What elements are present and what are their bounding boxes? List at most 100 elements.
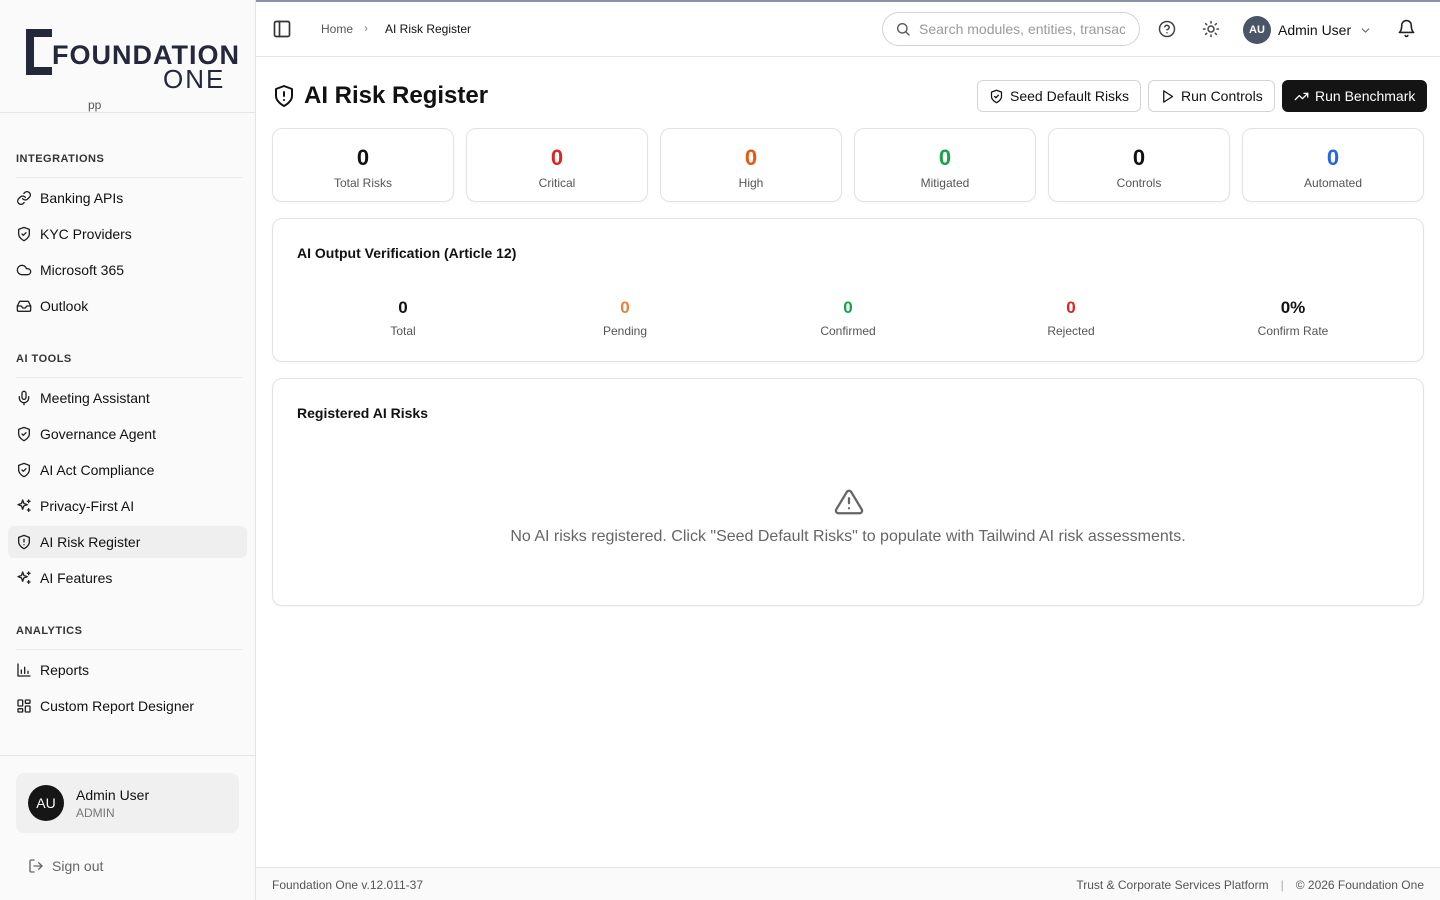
breadcrumb-current: AI Risk Register xyxy=(385,22,472,36)
stat-label: Automated xyxy=(1303,176,1363,190)
link-icon xyxy=(16,190,32,206)
sign-out-label: Sign out xyxy=(52,858,104,874)
stat-value: 0 xyxy=(1066,298,1076,317)
divider xyxy=(16,377,243,378)
stat-card-critical: 0 Critical xyxy=(466,128,648,202)
button-label: Seed Default Risks xyxy=(1010,88,1130,104)
sidebar-item-label: Privacy-First AI xyxy=(40,498,135,514)
avatar: AU xyxy=(1243,16,1271,44)
stat-label: Total Risks xyxy=(333,176,392,190)
stat-label: Mitigated xyxy=(920,176,970,190)
button-label: Run Controls xyxy=(1181,88,1263,104)
shield-alert-icon xyxy=(272,84,304,108)
stat-value: 0 xyxy=(356,145,370,170)
stat-label: Confirmed xyxy=(820,324,876,338)
copyright-text: © 2026 Foundation One xyxy=(1295,878,1424,892)
theme-toggle-button[interactable] xyxy=(1202,20,1220,38)
sidebar-item-microsoft-365[interactable]: Microsoft 365 xyxy=(8,254,247,286)
sidebar-item-governance-agent[interactable]: Governance Agent xyxy=(8,418,247,450)
verification-stat-rejected: 0 Rejected xyxy=(971,298,1171,338)
sidebar-item-outlook[interactable]: Outlook xyxy=(8,290,247,322)
divider xyxy=(16,177,243,178)
brand-logo[interactable]: FOUNDATION ONE xyxy=(0,0,255,113)
sidebar-item-ai-act-compliance[interactable]: AI Act Compliance xyxy=(8,454,247,486)
stat-value: 0 xyxy=(398,298,408,317)
sidebar-item-label: Banking APIs xyxy=(40,190,124,206)
verification-stat-pending: 0 Pending xyxy=(525,298,725,338)
sidebar-toggle-button[interactable] xyxy=(272,19,292,39)
sidebar-item-meeting-assistant[interactable]: Meeting Assistant xyxy=(8,382,247,414)
search-icon xyxy=(895,21,919,37)
seed-default-risks-button[interactable]: Seed Default Risks xyxy=(977,80,1142,112)
nav-section-ai-tools: AI TOOLS xyxy=(16,353,72,365)
layout-icon xyxy=(16,698,32,714)
cloud-icon xyxy=(16,262,32,278)
avatar: AU xyxy=(28,785,64,821)
card-title: Registered AI Risks xyxy=(297,405,428,421)
chevron-down-icon xyxy=(1359,24,1372,37)
user-name: Admin User xyxy=(76,787,150,803)
notifications-button[interactable] xyxy=(1397,19,1415,38)
run-controls-button[interactable]: Run Controls xyxy=(1148,80,1275,112)
stat-value: 0% xyxy=(1280,298,1306,317)
bar-chart-icon xyxy=(16,662,32,678)
trending-up-icon xyxy=(1294,89,1315,104)
stat-value: 0 xyxy=(550,145,564,170)
shield-check-icon xyxy=(16,462,32,478)
button-label: Run Benchmark xyxy=(1315,88,1416,104)
log-out-icon xyxy=(28,858,52,874)
sparkles-icon xyxy=(16,570,32,586)
stat-value: 0 xyxy=(744,145,758,170)
nav-section-integrations: INTEGRATIONS xyxy=(16,153,105,165)
stat-label: High xyxy=(738,176,764,190)
run-benchmark-button[interactable]: Run Benchmark xyxy=(1282,80,1428,112)
sidebar: FOUNDATION ONE pp INTEGRATIONS Banking A… xyxy=(0,0,256,900)
stat-value: 0 xyxy=(620,298,630,317)
footer-right: Trust & Corporate Services Platform | © … xyxy=(1076,878,1424,892)
sidebar-item-label: Custom Report Designer xyxy=(40,698,195,714)
sidebar-item-custom-report-designer[interactable]: Custom Report Designer xyxy=(8,690,247,722)
sidebar-item-label: AI Features xyxy=(40,570,113,586)
stat-label: Controls xyxy=(1116,176,1162,190)
sidebar-item-label: Meeting Assistant xyxy=(40,390,150,406)
stat-value: 0 xyxy=(1326,145,1340,170)
sidebar-item-kyc-providers[interactable]: KYC Providers xyxy=(8,218,247,250)
sidebar-item-banking-apis[interactable]: Banking APIs xyxy=(8,182,247,214)
shield-check-icon xyxy=(16,426,32,442)
nav-section-analytics: ANALYTICS xyxy=(16,625,83,637)
inbox-icon xyxy=(16,298,32,314)
stat-value: 0 xyxy=(938,145,952,170)
verification-stat-total: 0 Total xyxy=(303,298,503,338)
shield-check-icon xyxy=(16,226,32,242)
bell-icon xyxy=(1397,19,1416,42)
help-button[interactable] xyxy=(1158,20,1176,38)
breadcrumb-home[interactable]: Home xyxy=(321,22,353,36)
sidebar-item-reports[interactable]: Reports xyxy=(8,654,247,686)
sidebar-item-label: AI Act Compliance xyxy=(40,462,155,478)
scrolled-nav-item-fragment: pp xyxy=(88,98,102,112)
shield-check-icon xyxy=(989,89,1010,104)
sign-out-button[interactable]: Sign out xyxy=(28,858,103,874)
verification-stat-confirm-rate: 0% Confirm Rate xyxy=(1193,298,1393,338)
stat-label: Critical xyxy=(538,176,576,190)
stat-label: Pending xyxy=(602,324,648,338)
panel-left-icon xyxy=(272,20,292,43)
sidebar-item-ai-features[interactable]: AI Features xyxy=(8,562,247,594)
sun-icon xyxy=(1202,20,1220,42)
sidebar-item-privacy-first-ai[interactable]: Privacy-First AI xyxy=(8,490,247,522)
sidebar-item-label: Reports xyxy=(40,662,90,678)
play-icon xyxy=(1160,89,1181,104)
verification-stat-confirmed: 0 Confirmed xyxy=(748,298,948,338)
sparkles-icon xyxy=(16,498,32,514)
sidebar-item-ai-risk-register[interactable]: AI Risk Register xyxy=(8,526,247,558)
logo-bracket xyxy=(26,29,52,75)
platform-text: Trust & Corporate Services Platform xyxy=(1076,878,1269,892)
registered-ai-risks-card: Registered AI Risks No AI risks register… xyxy=(272,378,1424,606)
card-title: AI Output Verification (Article 12) xyxy=(297,245,517,261)
search-input[interactable] xyxy=(919,21,1125,37)
user-card[interactable]: AU Admin User ADMIN xyxy=(16,773,239,833)
user-name: Admin User xyxy=(1278,22,1352,38)
user-menu-button[interactable]: AU Admin User xyxy=(1243,16,1372,44)
page-title: AI Risk Register xyxy=(304,82,489,109)
search-box[interactable] xyxy=(882,12,1140,46)
